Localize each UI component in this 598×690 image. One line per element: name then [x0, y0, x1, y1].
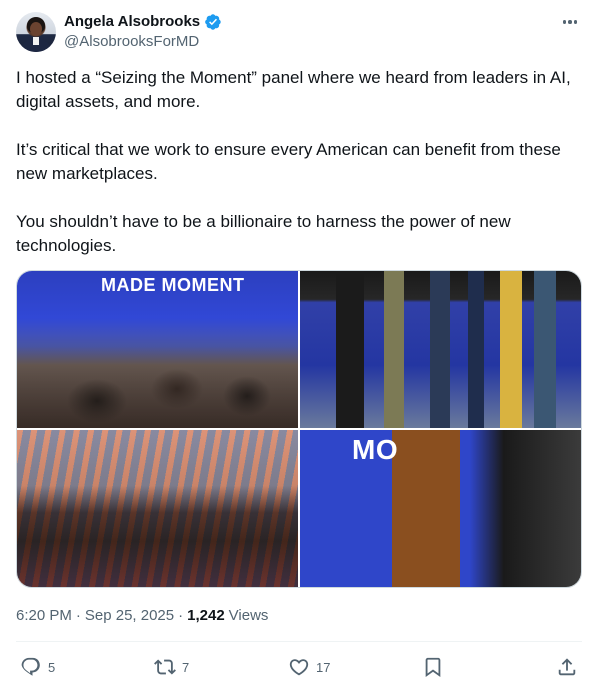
media-grid: MADE MOMENT MO [16, 270, 582, 588]
views-label: Views [228, 607, 269, 624]
action-bar: 5 7 17 [16, 652, 582, 682]
backdrop-sign-text: MO [352, 434, 399, 465]
more-horizontal-icon [562, 20, 567, 24]
meta-separator: · [178, 607, 184, 624]
photo-panelists[interactable] [300, 271, 581, 428]
tweet-paragraph: It’s critical that we work to ensure eve… [16, 140, 561, 183]
bookmark-icon [425, 657, 441, 678]
author-name-row: Angela Alsobrooks [64, 12, 222, 32]
heart-icon [289, 659, 309, 676]
repost-button[interactable]: 7 [154, 652, 189, 682]
tweet-date[interactable]: Sep 25, 2025 [85, 606, 174, 626]
reply-icon [21, 657, 40, 676]
meta-separator: · [75, 607, 81, 624]
verified-badge-icon [204, 13, 222, 31]
more-options-button[interactable] [560, 12, 580, 32]
photo-podium[interactable]: MO [300, 430, 581, 587]
share-icon [558, 658, 576, 676]
like-button[interactable]: 17 [288, 652, 330, 682]
divider [16, 641, 582, 642]
author-display-name[interactable]: Angela Alsobrooks [64, 12, 200, 32]
views-count: 1,242 [187, 607, 225, 624]
tweet-time[interactable]: 6:20 PM [16, 606, 72, 626]
tweet-paragraph: I hosted a “Seizing the Moment” panel wh… [16, 68, 571, 111]
tweet-paragraph: You shouldn’t have to be a billionaire t… [16, 212, 511, 255]
like-count: 17 [316, 659, 331, 675]
repost-icon [154, 659, 176, 675]
stage-sign-text: MADE MOMENT [101, 275, 245, 295]
reply-count: 5 [48, 659, 56, 675]
photo-conference-room[interactable] [17, 430, 298, 587]
author-handle[interactable]: @AlsobrooksForMD [64, 32, 199, 52]
photo-audience-stage[interactable]: MADE MOMENT [17, 271, 298, 428]
share-button[interactable] [556, 652, 578, 682]
tweet-text: I hosted a “Seizing the Moment” panel wh… [16, 66, 586, 258]
repost-count: 7 [182, 659, 190, 675]
author-avatar[interactable] [16, 12, 56, 52]
bookmark-button[interactable] [422, 652, 444, 682]
tweet-meta: 6:20 PM · Sep 25, 2025 · 1,242 Views [16, 606, 268, 626]
reply-button[interactable]: 5 [20, 652, 55, 682]
